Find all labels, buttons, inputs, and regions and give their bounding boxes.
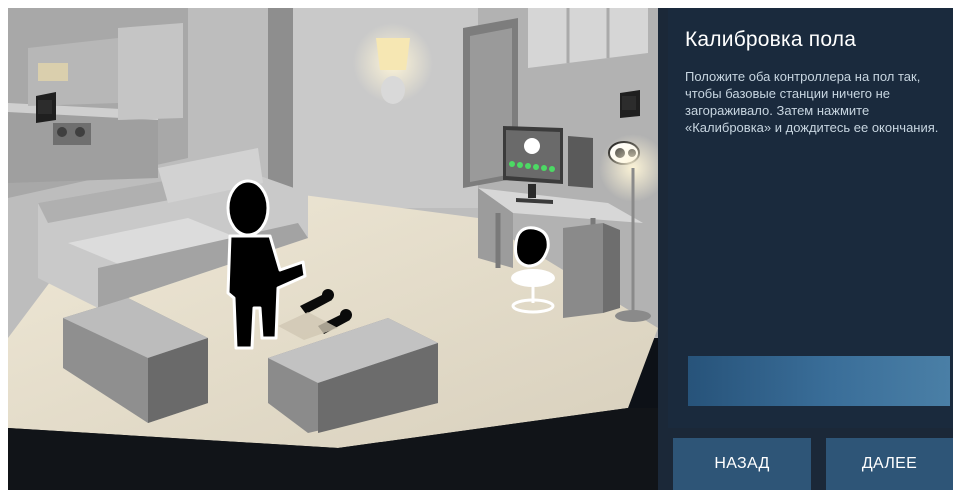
base-station (620, 90, 640, 118)
pc-tower (563, 223, 620, 318)
room-illustration (8, 8, 658, 490)
next-button[interactable]: ДАЛЕЕ (826, 438, 953, 490)
floor-calibration-window: Калибровка пола Положите оба контроллера… (8, 8, 953, 490)
instruction-text: Положите оба контроллера на пол так, что… (685, 69, 939, 135)
instruction-panel: Калибровка пола Положите оба контроллера… (668, 8, 953, 428)
panel-title: Калибровка пола (685, 28, 857, 51)
base-station (36, 92, 56, 123)
calibration-progress-bar (688, 356, 950, 406)
back-button[interactable]: НАЗАД (673, 438, 811, 490)
